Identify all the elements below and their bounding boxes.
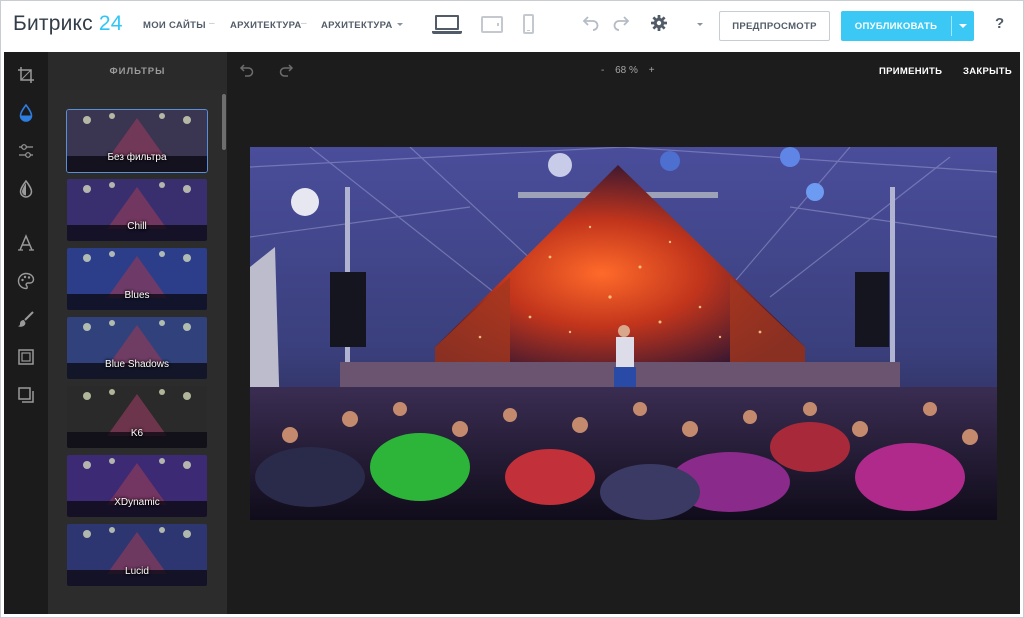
editor-undo-icon[interactable]: [239, 62, 255, 83]
nav-separator: –: [209, 18, 215, 29]
concert-photo: [250, 147, 997, 520]
nav-site-architecture[interactable]: АРХИТЕКТУРА: [230, 20, 302, 31]
crop-icon[interactable]: [16, 65, 36, 85]
preview-button[interactable]: ПРЕДПРОСМОТР: [719, 11, 830, 41]
publish-dropdown-chevron-icon[interactable]: [952, 11, 974, 41]
frame-icon[interactable]: [16, 347, 36, 367]
filter-label: Chill: [127, 221, 147, 232]
filter-thumbnail[interactable]: XDynamic: [67, 455, 207, 517]
editor-redo-icon[interactable]: [278, 62, 294, 83]
zoom-value: 68 %: [615, 65, 638, 76]
filter-thumbnail[interactable]: Lucid: [67, 524, 207, 586]
help-button[interactable]: ?: [995, 15, 1004, 32]
publish-label: ОПУБЛИКОВАТЬ: [854, 20, 938, 32]
undo-icon[interactable]: [582, 13, 600, 35]
nav-separator: –: [301, 18, 307, 29]
brush-icon[interactable]: [16, 309, 36, 329]
filter-label: Blues: [124, 290, 150, 301]
logo-number: 24: [98, 12, 123, 35]
nav-page-dropdown[interactable]: АРХИТЕКТУРА: [321, 20, 403, 31]
filter-label: Lucid: [125, 566, 149, 577]
nav-my-sites[interactable]: МОИ САЙТЫ: [143, 20, 206, 31]
zoom-in-button[interactable]: +: [649, 65, 655, 76]
canvas-area: - 68 % + ПРИМЕНИТЬ ЗАКРЫТЬ: [227, 52, 1020, 614]
logo-text: Битрикс: [13, 12, 93, 35]
gear-icon[interactable]: [650, 14, 668, 37]
filter-thumbnail[interactable]: Blue Shadows: [67, 317, 207, 379]
tablet-view-icon[interactable]: [481, 16, 503, 33]
bitrix24-logo[interactable]: Битрикс 24: [13, 12, 123, 36]
zoom-out-button[interactable]: -: [601, 65, 604, 76]
adjust-sliders-icon[interactable]: [16, 141, 36, 161]
palette-icon[interactable]: [16, 271, 36, 291]
top-bar: Битрикс 24 МОИ САЙТЫ – АРХИТЕКТУРА – АРХИ…: [1, 1, 1023, 48]
close-button[interactable]: ЗАКРЫТЬ: [963, 66, 1012, 77]
image-editor: ФИЛЬТРЫ Без фильтра Chill Blues Blue Sha…: [4, 52, 1020, 614]
filter-label: XDynamic: [114, 497, 160, 508]
settings-chevron-down-icon[interactable]: [697, 23, 703, 26]
filter-thumbnail[interactable]: Blues: [67, 248, 207, 310]
filter-drop-icon[interactable]: [16, 103, 36, 123]
filter-thumbnail[interactable]: K6: [67, 386, 207, 448]
filter-label: Blue Shadows: [105, 359, 169, 370]
filter-thumbnail[interactable]: Chill: [67, 179, 207, 241]
filters-scrollbar[interactable]: [222, 94, 226, 150]
text-icon[interactable]: [16, 233, 36, 253]
focus-drop-icon[interactable]: [16, 179, 36, 199]
tools-sidebar: [4, 52, 48, 614]
apply-button[interactable]: ПРИМЕНИТЬ: [879, 66, 942, 77]
filter-label: Без фильтра: [107, 152, 167, 163]
filter-label: K6: [130, 428, 144, 439]
zoom-control: - 68 % +: [597, 65, 659, 76]
overlay-icon[interactable]: [16, 385, 36, 405]
filter-thumbnail[interactable]: Без фильтра: [66, 109, 208, 173]
filters-title: ФИЛЬТРЫ: [48, 52, 227, 90]
desktop-view-icon[interactable]: [432, 15, 462, 35]
nav-page-label: АРХИТЕКТУРА: [321, 20, 393, 31]
filters-panel: ФИЛЬТРЫ Без фильтра Chill Blues Blue Sha…: [48, 52, 227, 614]
chevron-down-icon: [396, 23, 403, 26]
mobile-view-icon[interactable]: [523, 14, 534, 34]
publish-button[interactable]: ОПУБЛИКОВАТЬ: [841, 11, 974, 41]
redo-icon[interactable]: [612, 13, 630, 35]
